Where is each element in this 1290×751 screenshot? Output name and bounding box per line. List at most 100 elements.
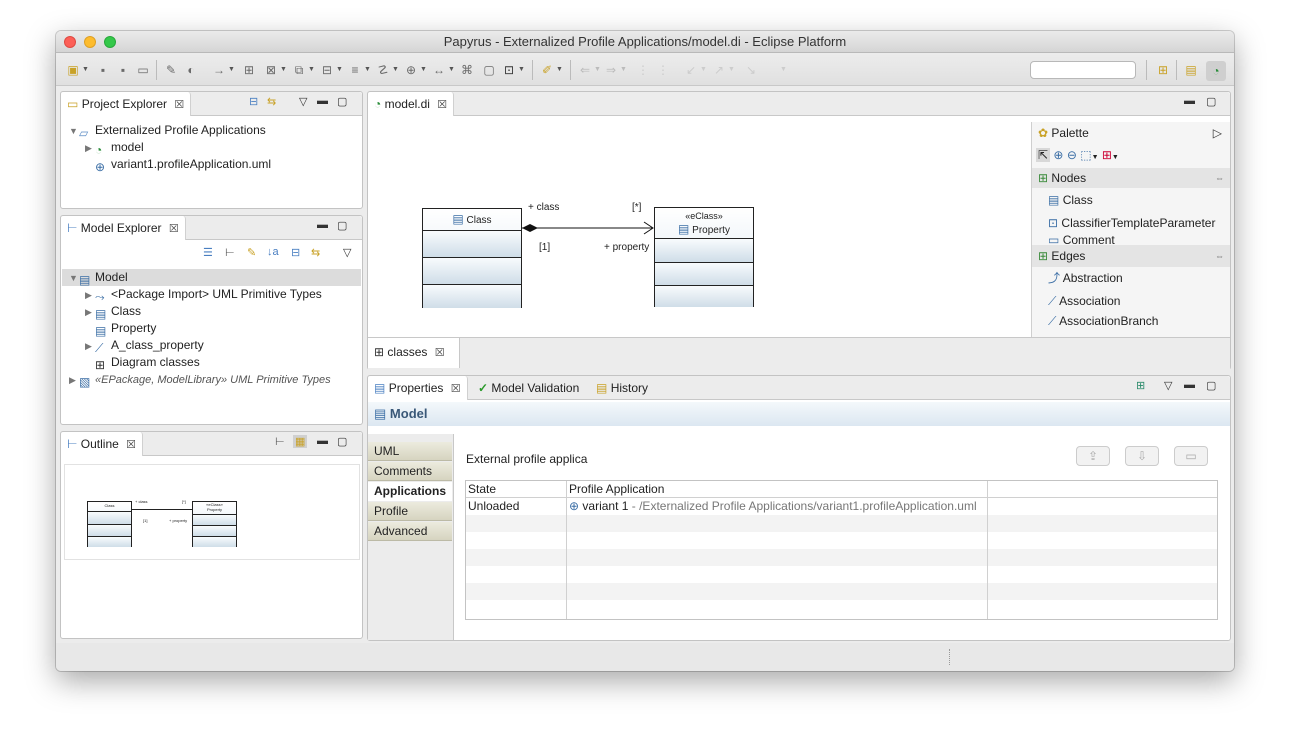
collapse-all-icon[interactable]: ⊟	[249, 95, 258, 108]
resize-dropdown-icon[interactable]: ▼	[448, 66, 455, 73]
tab-model-explorer[interactable]: ⊢ Model Explorer ☒	[61, 216, 186, 240]
sort-az-icon[interactable]: ↓a	[267, 246, 279, 258]
zoom-in-icon[interactable]: ⊕	[1053, 148, 1063, 162]
tree-outline-icon[interactable]: ⊢	[275, 435, 285, 448]
align-dropdown-icon[interactable]: ▼	[364, 66, 371, 73]
association-end-class-label[interactable]: + class	[528, 202, 559, 213]
refresh-icon[interactable]: ◐	[184, 63, 198, 77]
palette-item-association[interactable]: ⟋ Association	[1048, 291, 1120, 311]
overview-outline-icon[interactable]: ▦	[293, 435, 308, 448]
save-all-icon[interactable]: ▪	[116, 63, 130, 77]
collapse-arrow-icon[interactable]: ▶	[85, 287, 95, 304]
tree-item-property[interactable]: ▤ Property	[95, 320, 156, 338]
arrange-icon[interactable]: ⧉	[292, 63, 306, 77]
maximize-view-icon[interactable]: ▢	[337, 435, 347, 448]
resize-icon[interactable]: ↔	[432, 63, 446, 77]
association-edge[interactable]	[522, 206, 662, 266]
next-annotation-icon[interactable]: ⋮	[656, 63, 670, 77]
align-icon[interactable]: ≡	[348, 63, 362, 77]
new-icon[interactable]: ▣	[66, 63, 80, 77]
history-dropdown-icon[interactable]: ▼	[700, 66, 707, 73]
unapply-profile-button[interactable]: ▭	[1174, 446, 1208, 466]
nested-compartment[interactable]	[423, 284, 521, 308]
apply-profile-button[interactable]: ⇩	[1125, 446, 1159, 466]
palette-item-class[interactable]: ▤ Class	[1048, 190, 1093, 210]
forward-icon[interactable]: ⇒	[604, 63, 618, 77]
misc-dropdown-icon[interactable]: ▼	[780, 66, 787, 73]
close-icon[interactable]: ☒	[451, 383, 461, 395]
line-dropdown-icon[interactable]: ▼	[420, 66, 427, 73]
class-node[interactable]: ▤ Class	[422, 208, 522, 308]
fill-icon[interactable]: ☡	[376, 63, 390, 77]
tree-item-association[interactable]: ▶ ⟋ A_class_property	[85, 337, 204, 355]
property-node[interactable]: «eClass» ▤ Property	[654, 207, 754, 307]
close-window-button[interactable]	[64, 36, 76, 48]
layout-icon[interactable]: ⊞	[242, 63, 256, 77]
collapse-all-icon[interactable]: ⊟	[291, 246, 300, 259]
palette-item-template-param[interactable]: ⊡ ClassifierTemplateParameter	[1048, 213, 1215, 233]
marquee-icon[interactable]: ⬚	[1080, 148, 1091, 162]
tab-model-validation[interactable]: ✓ Model Validation	[478, 376, 579, 400]
profile-applications-table[interactable]: State Profile Application Unloaded ⊕ var…	[465, 480, 1218, 620]
view-menu-icon[interactable]: ▽	[1164, 379, 1172, 392]
quick-access-search[interactable]	[1030, 61, 1136, 79]
tree-item-epackage[interactable]: ▶ ▧ «EPackage, ModelLibrary» UML Primitive…	[69, 371, 331, 389]
side-tab-comments[interactable]: Comments	[368, 462, 452, 481]
minimize-view-icon[interactable]: ▬	[317, 95, 328, 107]
open-perspective-icon[interactable]: ⊞	[1156, 63, 1170, 77]
zoom-out-icon[interactable]: ⊖	[1067, 148, 1077, 162]
misc-icon[interactable]: ↘	[744, 63, 758, 77]
drawer-pin-icon[interactable]: ⇔	[1215, 245, 1224, 267]
distribute-dropdown-icon[interactable]: ▼	[336, 66, 343, 73]
tab-properties[interactable]: ▤ Properties ☒	[368, 376, 468, 400]
tree-item-diagram[interactable]: ⊞ Diagram classes	[95, 354, 200, 372]
select-all-icon[interactable]: ⊡	[502, 63, 516, 77]
collapse-arrow-icon[interactable]: ▶	[85, 304, 95, 321]
edit-filter-icon[interactable]: ✎	[247, 246, 256, 259]
history-fwd-dropdown-icon[interactable]: ▼	[728, 66, 735, 73]
back-dropdown-icon[interactable]: ▼	[594, 66, 601, 73]
minimize-view-icon[interactable]: ▬	[1184, 379, 1195, 391]
list-icon[interactable]: ☰	[203, 246, 213, 259]
print-icon[interactable]: ▭	[136, 63, 150, 77]
attribute-compartment[interactable]	[655, 238, 753, 262]
association-end-property-label[interactable]: + property	[604, 242, 649, 253]
collapse-arrow-icon[interactable]: ▶	[85, 140, 95, 157]
maximize-view-icon[interactable]: ▢	[337, 95, 347, 108]
pin-dropdown-icon[interactable]: ▼	[556, 66, 563, 73]
maximize-editor-icon[interactable]: ▢	[1206, 95, 1216, 108]
column-header-profile-application[interactable]: Profile Application	[567, 481, 987, 498]
tree-item-uml-file[interactable]: ⊕ variant1.profileApplication.uml	[95, 156, 271, 174]
forward-dropdown-icon[interactable]: ▼	[620, 66, 627, 73]
route-icon[interactable]: →	[212, 63, 226, 77]
new-dropdown-icon[interactable]: ▼	[82, 66, 89, 73]
close-icon[interactable]: ☒	[126, 439, 136, 451]
history-back-icon[interactable]: ↙	[684, 63, 698, 77]
attribute-compartment[interactable]	[423, 230, 521, 257]
collapse-arrow-icon[interactable]: ▶	[69, 372, 79, 389]
tree-item-root-model[interactable]: ▼▤ Model	[62, 269, 361, 287]
fill-dropdown-icon[interactable]: ▼	[392, 66, 399, 73]
save-icon[interactable]: ▪	[96, 63, 110, 77]
papyrus-perspective-icon[interactable]: ◔	[1206, 61, 1226, 81]
expand-arrow-icon[interactable]: ▼	[69, 123, 79, 140]
column-header-state[interactable]: State	[466, 481, 566, 498]
back-icon[interactable]: ⇐	[578, 63, 592, 77]
palette-custom-icon[interactable]: ⊞	[1102, 148, 1112, 162]
association-mult-many-label[interactable]: [*]	[632, 202, 641, 213]
maximize-window-button[interactable]	[104, 36, 116, 48]
close-icon[interactable]: ☒	[174, 99, 184, 111]
drawer-pin-icon[interactable]: ⇔	[1215, 168, 1224, 188]
operation-compartment[interactable]	[423, 257, 521, 284]
side-tab-applications[interactable]: Applications	[368, 482, 452, 501]
association-mult-one-label[interactable]: [1]	[539, 242, 550, 253]
load-profile-button[interactable]: ⇪	[1076, 446, 1110, 466]
palette-item-comment[interactable]: ▭ Comment	[1048, 233, 1115, 245]
hierarchy-icon[interactable]: ⊢	[225, 246, 235, 259]
tree-item-package-import[interactable]: ▶ ⤳ <Package Import> UML Primitive Types	[85, 286, 322, 304]
minimize-editor-icon[interactable]: ▬	[1184, 95, 1195, 107]
link-icon[interactable]: ⌘	[460, 63, 474, 77]
nested-compartment[interactable]	[655, 285, 753, 307]
palette-item-abstraction[interactable]: ⤴ Abstraction	[1048, 268, 1123, 288]
tab-classes[interactable]: ⊞ classes ☒	[368, 338, 460, 368]
